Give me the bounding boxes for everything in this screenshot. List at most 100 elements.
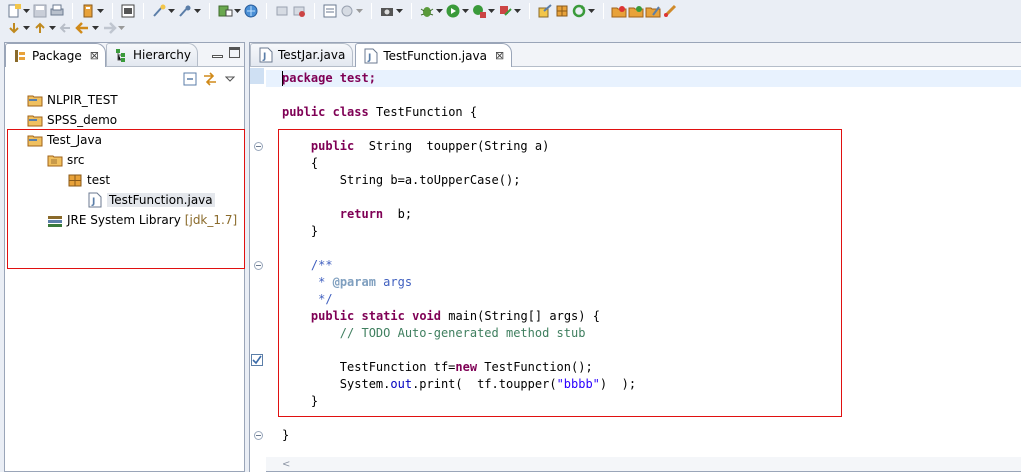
code-line: { (282, 155, 318, 172)
task-marker-icon[interactable] (251, 354, 263, 366)
code-javadoc: */ (310, 292, 333, 306)
tree-item-jre-system-library[interactable]: JRE System Library [jdk_1.7] (47, 211, 237, 229)
code-javadoc: * (310, 275, 333, 289)
code-text: String b=a.toUpperCase(); (339, 173, 521, 187)
code-keyword: class (332, 105, 369, 119)
code-string: "bbbb" (556, 377, 600, 391)
last-edit-button[interactable] (58, 19, 74, 37)
code-field: out (390, 377, 413, 391)
view-menu-icon[interactable] (222, 71, 238, 87)
tree-item-label: src (67, 153, 85, 167)
code-javadoc: /** (310, 258, 333, 272)
ruler-current-line-marker (250, 68, 264, 84)
minimize-icon[interactable] (212, 47, 223, 58)
code-line: public class TestFunction { (282, 104, 477, 121)
view-controls (212, 47, 240, 58)
java-file-icon: J (363, 48, 379, 64)
code-keyword: public (282, 105, 326, 119)
code-keyword: package test; (282, 71, 376, 85)
tree-item-label: JRE System Library (67, 213, 181, 227)
horizontal-scrollbar[interactable]: < (266, 457, 1021, 471)
chevron-down-icon[interactable] (91, 20, 100, 36)
code-text: } (310, 224, 319, 238)
navigation-toolbar (0, 17, 1021, 38)
fold-collapse-icon[interactable] (254, 431, 263, 440)
fold-collapse-icon[interactable] (254, 142, 263, 151)
tab-package-explorer[interactable]: Package ⊠ (5, 43, 106, 67)
code-text: } (282, 428, 290, 442)
tab-testjar-java[interactable]: J TestJar.java (250, 43, 354, 66)
code-line: */ (282, 291, 333, 308)
hierarchy-icon (113, 47, 129, 63)
tree-item-decoration: [jdk_1.7] (184, 213, 238, 227)
code-text: System. (339, 377, 391, 391)
back-button[interactable] (75, 19, 100, 37)
tab-label: Hierarchy (132, 48, 191, 62)
code-javadoc-tag: @param (332, 275, 376, 289)
view-toolbar (5, 67, 244, 91)
tree-item-test-java[interactable]: Test_Java (27, 131, 102, 149)
chevron-down-icon[interactable] (22, 20, 31, 36)
current-line-highlight (266, 70, 1021, 87)
previous-annotation-button[interactable] (32, 19, 57, 37)
close-icon[interactable]: ⊠ (90, 49, 99, 62)
tree-item-label: SPSS_demo (47, 113, 118, 127)
collapse-all-icon[interactable] (182, 71, 198, 87)
package-icon (67, 172, 83, 188)
code-keyword: new (455, 360, 478, 374)
tree-item-testfunction-java[interactable]: J TestFunction.java (87, 191, 215, 209)
code-line: } (282, 393, 318, 410)
vertical-ruler (250, 68, 266, 472)
library-icon (47, 212, 63, 228)
code-javadoc: args (375, 275, 413, 289)
chevron-down-icon[interactable] (48, 20, 57, 36)
tree-item-src[interactable]: src (47, 151, 85, 169)
code-line: // TODO Auto-generated method stub (282, 325, 586, 342)
code-text: } (310, 394, 319, 408)
code-text: TestFunction { (368, 105, 478, 119)
tab-label: TestJar.java (278, 48, 346, 62)
last-edit-icon (58, 20, 74, 36)
code-text: TestFunction tf= (339, 360, 456, 374)
project-icon (27, 92, 43, 108)
chevron-down-icon[interactable] (117, 20, 126, 36)
maximize-icon[interactable] (229, 47, 240, 58)
tab-hierarchy[interactable]: Hierarchy (105, 43, 198, 66)
tree-item-test[interactable]: test (67, 171, 110, 189)
tree-item-spss-demo[interactable]: SPSS_demo (27, 111, 117, 129)
tree-item-label: test (87, 173, 111, 187)
back-icon (75, 20, 91, 36)
code-text: String toupper(String a) (354, 139, 550, 153)
code-line: * @param args (282, 274, 412, 291)
close-icon[interactable]: ⊠ (495, 49, 504, 62)
next-annotation-button[interactable] (6, 19, 31, 37)
code-text: b; (383, 207, 413, 221)
code-keyword: public (310, 309, 355, 323)
link-with-editor-icon[interactable] (202, 71, 218, 87)
java-file-icon: J (87, 192, 103, 208)
code-line: return b; (282, 206, 412, 223)
code-comment: // TODO Auto-generated method stub (339, 326, 586, 340)
project-icon (27, 112, 43, 128)
code-line: public String toupper(String a) (282, 138, 549, 155)
svg-text:J: J (367, 53, 371, 63)
tab-testfunction-java[interactable]: J TestFunction.java ⊠ (355, 43, 513, 67)
package-explorer-view: Package ⊠ Hierarchy NLPIR_TEST SPSS_demo… (4, 42, 245, 472)
code-keyword: void (412, 309, 441, 323)
svg-text:J: J (91, 197, 95, 207)
code-keyword: static (361, 309, 405, 323)
forward-button[interactable] (101, 19, 126, 37)
scroll-left-icon[interactable]: < (282, 459, 290, 470)
code-line: package test; (282, 70, 376, 87)
code-line: /** (282, 257, 333, 274)
code-line: } (282, 223, 318, 240)
code-text: TestFunction(); (477, 360, 593, 374)
code-area[interactable]: package test; public class TestFunction … (266, 68, 1021, 457)
code-line: } (282, 427, 289, 444)
fold-collapse-icon[interactable] (254, 261, 263, 270)
code-line: public static void main(String[] args) { (282, 308, 600, 325)
tab-label: Package (32, 48, 82, 63)
code-text: { (310, 156, 319, 170)
tree-item-nlpir-test[interactable]: NLPIR_TEST (27, 91, 118, 109)
next-annotation-icon (6, 20, 22, 36)
